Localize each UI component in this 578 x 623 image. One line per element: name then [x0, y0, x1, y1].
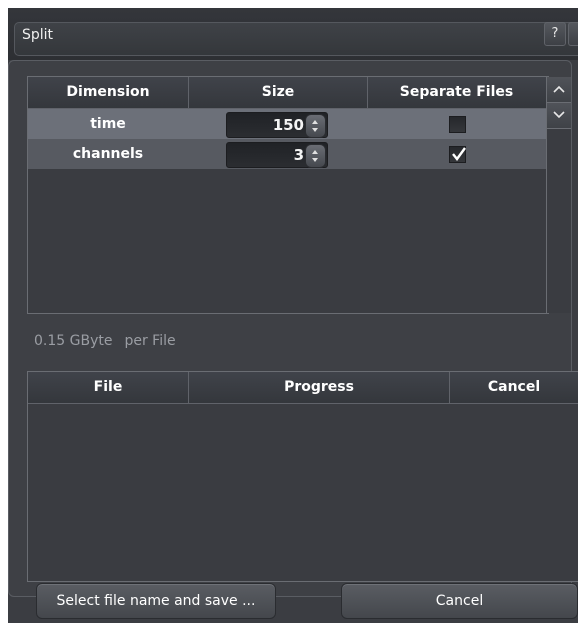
progress-table: File Progress Cancel — [27, 371, 578, 582]
dimension-name: channels — [72, 146, 144, 162]
header-size[interactable]: Size — [189, 77, 368, 108]
scroll-down-button[interactable] — [547, 103, 571, 129]
size-spinbox[interactable]: 3 — [226, 142, 328, 168]
help-button[interactable]: ? — [544, 22, 566, 46]
vertical-scrollbar[interactable] — [546, 77, 571, 313]
header-dimension[interactable]: Dimension — [28, 77, 189, 108]
header-file[interactable]: File — [28, 372, 189, 403]
title-box — [14, 22, 578, 56]
header-progress[interactable]: Progress — [189, 372, 450, 403]
chevron-down-icon — [553, 111, 565, 119]
dimension-table: Dimension Size Separate Files time 150 c… — [27, 76, 571, 314]
title-bar: Split ? — [8, 8, 578, 60]
table-row[interactable]: time 150 — [28, 109, 548, 139]
file-size-value: 0.15 GByte — [34, 333, 113, 349]
file-size-info: 0.15 GByte per File — [34, 333, 188, 349]
window-edge-button — [568, 22, 578, 46]
dimension-table-header: Dimension Size Separate Files — [28, 77, 548, 109]
dimension-name: time — [90, 116, 126, 132]
chevron-up-icon — [553, 85, 565, 93]
checkmark-icon — [452, 147, 466, 161]
size-spinbox[interactable]: 150 — [226, 112, 328, 138]
size-value[interactable]: 150 — [227, 113, 304, 137]
size-value[interactable]: 3 — [227, 143, 304, 167]
select-file-and-save-button[interactable]: Select file name and save ... — [36, 583, 276, 619]
cancel-button[interactable]: Cancel — [341, 583, 578, 619]
spin-arrows-icon[interactable] — [305, 114, 326, 138]
header-separate-files[interactable]: Separate Files — [368, 77, 545, 108]
dialog-title: Split — [22, 27, 54, 43]
scroll-up-button[interactable] — [547, 77, 571, 103]
file-size-unit: per File — [124, 333, 176, 349]
spin-arrows-icon[interactable] — [305, 144, 326, 168]
progress-table-header: File Progress Cancel — [28, 372, 578, 404]
header-cancel[interactable]: Cancel — [450, 372, 578, 403]
separate-files-checkbox[interactable] — [449, 116, 466, 133]
table-row[interactable]: channels 3 — [28, 139, 548, 169]
separate-files-checkbox[interactable] — [449, 146, 466, 163]
